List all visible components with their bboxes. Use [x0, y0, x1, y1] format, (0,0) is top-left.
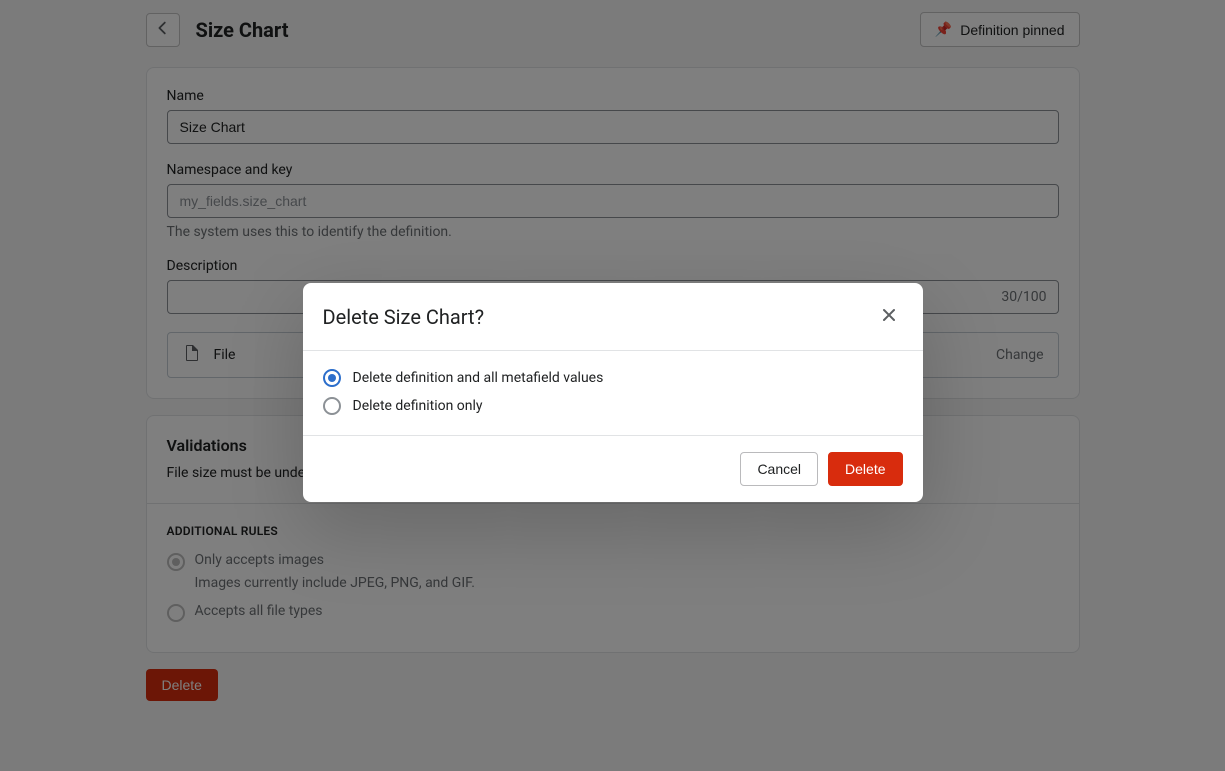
modal-option-delete-only[interactable]: Delete definition only [323, 397, 903, 415]
modal-delete-button[interactable]: Delete [828, 452, 902, 486]
modal-overlay[interactable]: Delete Size Chart? Delete definition and… [0, 0, 1225, 771]
modal-option-label: Delete definition and all metafield valu… [353, 370, 604, 386]
modal-cancel-button[interactable]: Cancel [740, 452, 818, 486]
close-icon [879, 305, 899, 328]
delete-modal: Delete Size Chart? Delete definition and… [303, 283, 923, 502]
radio-icon [323, 397, 341, 415]
modal-option-label: Delete definition only [353, 398, 483, 414]
modal-title: Delete Size Chart? [323, 305, 485, 329]
modal-close-button[interactable] [875, 301, 903, 332]
modal-option-delete-all[interactable]: Delete definition and all metafield valu… [323, 369, 903, 387]
radio-selected-icon [323, 369, 341, 387]
